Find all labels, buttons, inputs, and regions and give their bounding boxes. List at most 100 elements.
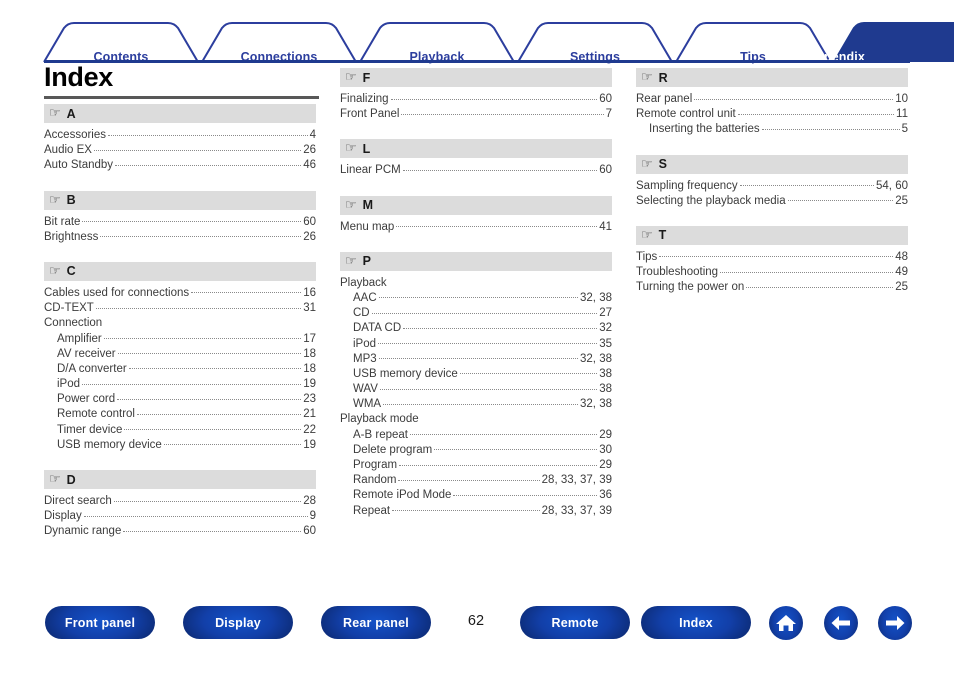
index-entry[interactable]: AV receiver 18 (44, 347, 316, 362)
index-entry[interactable]: Finalizing 60 (340, 92, 612, 107)
section-header-l: ☞ L (340, 139, 612, 159)
index-entry[interactable]: CD 27 (340, 306, 612, 321)
index-entry-label: USB memory device (353, 367, 458, 380)
index-entry-label: D/A converter (57, 362, 127, 375)
index-entry[interactable]: Remote control unit 11 (636, 107, 908, 122)
index-entry[interactable]: Remote control 21 (44, 407, 316, 422)
index-entry[interactable]: USB memory device 38 (340, 367, 612, 382)
index-entry-label: WAV (353, 383, 378, 396)
index-entry[interactable]: Remote iPod Mode 36 (340, 488, 612, 503)
index-entry[interactable]: Menu map 41 (340, 220, 612, 235)
index-entry-page: 25 (895, 194, 908, 207)
index-entry[interactable]: Linear PCM 60 (340, 163, 612, 178)
index-entry-label: Random (353, 474, 397, 487)
index-entry[interactable]: Audio EX 26 (44, 143, 316, 158)
remote-button[interactable]: Remote (520, 606, 630, 639)
index-entry[interactable]: Playback mode (340, 412, 612, 427)
index-entry[interactable]: Timer device 22 (44, 423, 316, 438)
index-entry[interactable]: Amplifier 17 (44, 332, 316, 347)
section-header-a: ☞ A (44, 104, 316, 123)
rear-panel-button[interactable]: Rear panel (321, 606, 431, 639)
section-letter: C (66, 264, 76, 279)
index-entry[interactable]: Sampling frequency 54, 60 (636, 179, 908, 194)
index-entry-page: 48 (895, 250, 908, 263)
index-entry-label: Timer device (57, 423, 123, 436)
index-entry-page: 23 (303, 393, 316, 406)
display-button[interactable]: Display (183, 606, 293, 639)
index-entry[interactable]: Direct search 28 (44, 494, 316, 509)
dot-leader (434, 449, 598, 451)
pointing-hand-icon: ☞ (345, 140, 357, 156)
index-entry-page: 32, 38 (580, 398, 612, 411)
forward-arrow-icon[interactable] (878, 606, 912, 640)
dot-leader (82, 221, 302, 223)
tab-underline (44, 60, 910, 63)
front-panel-button[interactable]: Front panel (45, 606, 155, 639)
index-entry-page: 46 (303, 159, 316, 172)
index-entry-label: Turning the power on (636, 281, 745, 294)
home-icon[interactable] (769, 606, 803, 640)
index-entry[interactable]: CD-TEXT 31 (44, 301, 316, 316)
index-entry[interactable]: MP3 32, 38 (340, 352, 612, 367)
index-entry[interactable]: Turning the power on 25 (636, 280, 908, 295)
dot-leader (117, 353, 302, 355)
index-entry-page: 17 (303, 332, 316, 345)
dot-leader (399, 464, 598, 466)
index-entry[interactable]: iPod 19 (44, 377, 316, 392)
index-entry[interactable]: Brightness 26 (44, 230, 316, 245)
index-entry[interactable]: Selecting the playback media 25 (636, 194, 908, 209)
index-column-3: ☞ R Rear panel 10 Remote control unit 11 Inser… (636, 68, 908, 296)
index-entry[interactable]: USB memory device 19 (44, 438, 316, 453)
index-entry[interactable]: D/A converter 18 (44, 362, 316, 377)
index-entry[interactable]: Rear panel 10 (636, 92, 908, 107)
pointing-hand-icon: ☞ (49, 105, 61, 120)
back-arrow-icon[interactable] (824, 606, 858, 640)
index-entry-label: USB memory device (57, 438, 162, 451)
index-entry[interactable]: A-B repeat 29 (340, 428, 612, 443)
index-entry[interactable]: Auto Standby 46 (44, 158, 316, 173)
dot-leader (761, 128, 900, 130)
index-entry[interactable]: Accessories 4 (44, 128, 316, 143)
index-entry[interactable]: Dynamic range 60 (44, 524, 316, 539)
index-entry[interactable]: Cables used for connections 16 (44, 286, 316, 301)
index-entry[interactable]: Display 9 (44, 509, 316, 524)
index-entry[interactable]: iPod 35 (340, 337, 612, 352)
index-entry[interactable]: Delete program 30 (340, 443, 612, 458)
index-entry-label: Bit rate (44, 215, 81, 228)
index-entry[interactable]: AAC 32, 38 (340, 291, 612, 306)
index-entry-page: 29 (599, 459, 612, 471)
index-entry[interactable]: Random 28, 33, 37, 39 (340, 473, 612, 488)
index-entry-page: 28, 33, 37, 39 (541, 504, 612, 517)
index-entry[interactable]: Troubleshooting 49 (636, 265, 908, 280)
index-entry-page: 22 (303, 423, 316, 436)
dot-leader (392, 510, 540, 512)
pointing-hand-icon: ☞ (641, 69, 653, 84)
index-entry[interactable]: Inserting the batteries 5 (636, 122, 908, 137)
index-entry[interactable]: Connection (44, 316, 316, 331)
index-entry[interactable]: Repeat 28, 33, 37, 39 (340, 504, 612, 519)
index-entry[interactable]: WAV 38 (340, 382, 612, 397)
index-entry-label: A-B repeat (353, 428, 408, 441)
index-entry-page: 28, 33, 37, 39 (541, 474, 612, 487)
index-entry[interactable]: Playback (340, 276, 612, 291)
section-header-m: ☞ M (340, 195, 612, 215)
dot-leader (739, 185, 875, 187)
index-entry[interactable]: Bit rate 60 (44, 215, 316, 230)
index-entry[interactable]: Front Panel 7 (340, 107, 612, 122)
index-entry-label: Menu map (340, 220, 395, 233)
index-entry[interactable]: Tips 48 (636, 250, 908, 265)
index-entry[interactable]: DATA CD 32 (340, 321, 612, 336)
index-entry[interactable]: Power cord 23 (44, 392, 316, 407)
page-number: 62 (467, 613, 485, 629)
index-entry-page: 32 (599, 322, 612, 335)
index-button[interactable]: Index (641, 606, 751, 639)
section-letter: A (66, 106, 76, 121)
index-entry-label: Cables used for connections (44, 286, 190, 299)
index-entry-label: Program (353, 459, 398, 471)
index-entry-page: 60 (303, 525, 316, 538)
section-letter: P (362, 254, 371, 269)
index-entry[interactable]: WMA 32, 38 (340, 397, 612, 412)
index-entry[interactable]: Program 29 (340, 458, 612, 473)
index-entry-page: 19 (303, 438, 316, 451)
dot-leader (379, 388, 598, 390)
